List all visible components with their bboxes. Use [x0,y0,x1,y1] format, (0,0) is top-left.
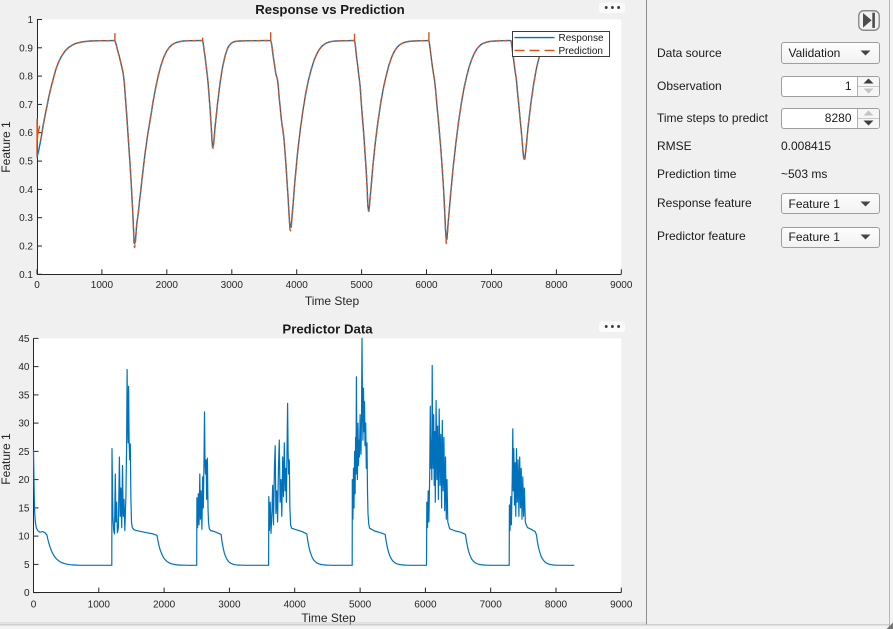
svg-text:3000: 3000 [218,600,241,611]
svg-text:0: 0 [31,600,37,611]
svg-text:1000: 1000 [88,600,111,611]
svg-text:20: 20 [18,475,30,486]
svg-text:Response: Response [559,33,604,44]
svg-text:4000: 4000 [284,600,307,611]
svg-text:0.6: 0.6 [19,128,33,139]
svg-text:1000: 1000 [91,280,114,291]
svg-text:45: 45 [18,334,30,345]
svg-text:0.5: 0.5 [19,157,33,168]
svg-text:30: 30 [18,419,30,430]
svg-text:35: 35 [18,390,30,401]
svg-text:7000: 7000 [480,600,503,611]
svg-text:15: 15 [18,503,30,514]
svg-text:8000: 8000 [545,600,568,611]
svg-text:0.4: 0.4 [19,185,33,196]
svg-text:0.2: 0.2 [19,242,33,253]
svg-text:0.3: 0.3 [19,213,33,224]
svg-text:5000: 5000 [349,600,372,611]
svg-text:8000: 8000 [545,280,568,291]
svg-text:9000: 9000 [610,600,633,611]
svg-text:0.8: 0.8 [19,72,33,83]
svg-text:2000: 2000 [153,600,176,611]
svg-text:0.9: 0.9 [19,43,33,54]
svg-text:7000: 7000 [480,280,503,291]
svg-text:5000: 5000 [350,280,373,291]
svg-text:5: 5 [24,560,30,571]
svg-text:2000: 2000 [156,280,179,291]
svg-text:Prediction: Prediction [559,46,603,57]
svg-text:6000: 6000 [414,600,437,611]
svg-text:4000: 4000 [286,280,309,291]
svg-text:6000: 6000 [415,280,438,291]
svg-text:Response vs Prediction: Response vs Prediction [255,2,405,17]
svg-text:0: 0 [24,588,30,599]
svg-text:0.1: 0.1 [19,270,33,281]
svg-text:Feature 1: Feature 1 [0,121,13,173]
svg-text:Feature 1: Feature 1 [0,433,13,485]
svg-text:1: 1 [27,15,33,26]
svg-text:0.7: 0.7 [19,100,33,111]
svg-text:Time Step: Time Step [305,294,360,308]
svg-text:Predictor Data: Predictor Data [282,322,373,337]
svg-text:25: 25 [18,447,30,458]
svg-text:0: 0 [34,280,40,291]
svg-text:9000: 9000 [610,280,633,291]
svg-text:3000: 3000 [221,280,244,291]
svg-text:10: 10 [18,532,30,543]
svg-text:40: 40 [18,362,30,373]
